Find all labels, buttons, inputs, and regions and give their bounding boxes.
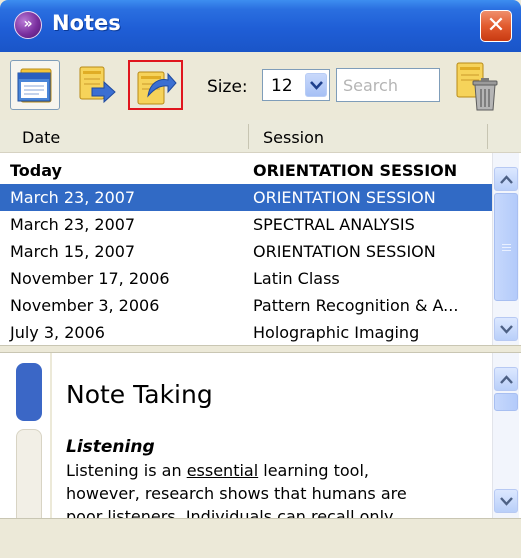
export-note-icon bbox=[79, 66, 116, 104]
underlined-word: essential bbox=[186, 461, 259, 480]
session-row-selected[interactable]: March 23, 2007 ORIENTATION SESSION bbox=[0, 184, 492, 211]
scroll-thumb[interactable] bbox=[494, 193, 518, 301]
row-date: November 17, 2006 bbox=[10, 269, 170, 288]
row-date: November 3, 2006 bbox=[10, 296, 160, 315]
session-list-scrollbar[interactable] bbox=[492, 153, 519, 345]
status-bar bbox=[0, 518, 521, 558]
column-header-session[interactable]: Session bbox=[263, 128, 324, 147]
view-notes-button[interactable] bbox=[10, 60, 60, 110]
section-tabs-divider bbox=[50, 353, 52, 518]
note-content-pane: Note Taking Listening Listening is an es… bbox=[0, 353, 521, 518]
row-session: Latin Class bbox=[253, 269, 340, 288]
pane-splitter[interactable] bbox=[0, 345, 521, 353]
scroll-thumb[interactable] bbox=[494, 393, 518, 411]
note-paragraph-line: however, research shows that humans are bbox=[66, 484, 407, 503]
row-session: SPECTRAL ANALYSIS bbox=[253, 215, 415, 234]
import-note-icon bbox=[137, 71, 177, 105]
window-title: Notes bbox=[52, 11, 121, 35]
scroll-down-button[interactable] bbox=[494, 317, 518, 341]
session-row-today[interactable]: Today ORIENTATION SESSION bbox=[0, 157, 492, 184]
notes-window-icon bbox=[17, 68, 52, 103]
delete-note-button[interactable] bbox=[453, 61, 503, 113]
row-session: ORIENTATION SESSION bbox=[253, 161, 458, 180]
row-session: Holographic Imaging bbox=[253, 323, 420, 342]
table-header: Date Session bbox=[0, 120, 521, 153]
title-bar[interactable]: » Notes ✕ bbox=[0, 0, 521, 52]
font-size-select[interactable]: 12 bbox=[262, 69, 330, 101]
note-scrollbar[interactable] bbox=[492, 353, 519, 518]
row-date: March 15, 2007 bbox=[10, 242, 136, 261]
chevron-down-icon bbox=[500, 497, 513, 506]
export-note-button[interactable] bbox=[70, 60, 120, 110]
note-paragraph-line: poor listeners. Individuals can recall o… bbox=[66, 507, 394, 518]
row-date: March 23, 2007 bbox=[10, 188, 136, 207]
row-session: ORIENTATION SESSION bbox=[253, 242, 436, 261]
scroll-up-button[interactable] bbox=[494, 367, 518, 391]
row-session: ORIENTATION SESSION bbox=[253, 188, 436, 207]
session-list: Today ORIENTATION SESSION March 23, 2007… bbox=[0, 153, 521, 345]
note-title: Note Taking bbox=[66, 380, 213, 409]
row-date: July 3, 2006 bbox=[10, 323, 105, 342]
note-paragraph-line: Listening is an essential learning tool, bbox=[66, 461, 369, 480]
note-subheading: Listening bbox=[66, 437, 155, 457]
chevron-up-icon bbox=[500, 375, 513, 384]
session-row[interactable]: November 3, 2006 Pattern Recognition & A… bbox=[0, 292, 492, 319]
session-row[interactable]: July 3, 2006 Holographic Imaging bbox=[0, 319, 492, 345]
toolbar: Size: 12 bbox=[0, 52, 521, 120]
row-date: Today bbox=[10, 161, 62, 180]
session-row[interactable]: November 17, 2006 Latin Class bbox=[0, 265, 492, 292]
column-header-date[interactable]: Date bbox=[22, 128, 60, 147]
notes-app-icon: » bbox=[14, 11, 42, 39]
row-date: March 23, 2007 bbox=[10, 215, 136, 234]
column-divider[interactable] bbox=[487, 124, 488, 149]
close-button[interactable]: ✕ bbox=[480, 10, 512, 42]
chevron-down-icon bbox=[500, 325, 513, 334]
scroll-down-button[interactable] bbox=[494, 489, 518, 513]
chevron-up-icon bbox=[500, 175, 513, 184]
import-note-button[interactable] bbox=[128, 60, 183, 110]
session-row[interactable]: March 15, 2007 ORIENTATION SESSION bbox=[0, 238, 492, 265]
row-session: Pattern Recognition & A... bbox=[253, 296, 459, 315]
chevron-down-icon bbox=[310, 81, 323, 90]
scroll-up-button[interactable] bbox=[494, 167, 518, 191]
session-row[interactable]: March 23, 2007 SPECTRAL ANALYSIS bbox=[0, 211, 492, 238]
column-divider[interactable] bbox=[248, 124, 249, 149]
note-section-tab[interactable] bbox=[16, 429, 42, 518]
close-icon: ✕ bbox=[486, 13, 506, 38]
font-size-dropdown-button[interactable] bbox=[305, 73, 327, 97]
trash-icon bbox=[456, 62, 498, 111]
search-input[interactable] bbox=[336, 68, 440, 102]
notes-window: » Notes ✕ Size: 12 Search Date Session T… bbox=[0, 0, 521, 558]
size-label: Size: bbox=[207, 77, 248, 97]
font-size-value: 12 bbox=[271, 76, 293, 96]
note-section-tab-active[interactable] bbox=[16, 363, 42, 421]
